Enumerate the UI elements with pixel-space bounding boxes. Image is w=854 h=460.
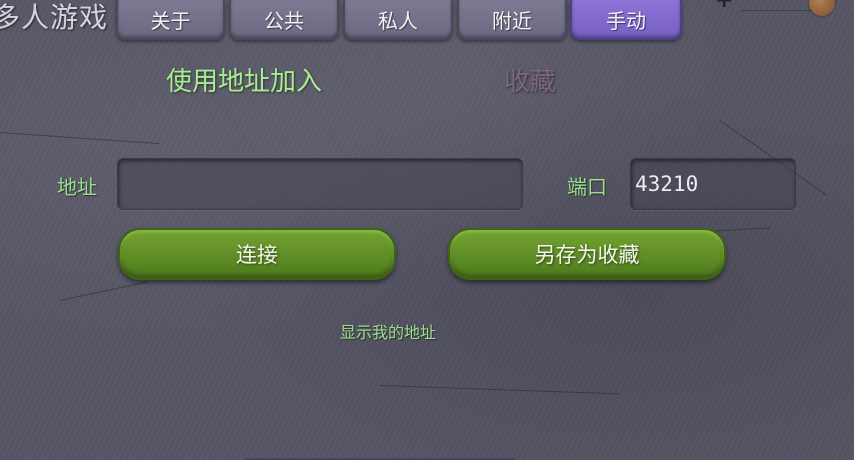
connect-button[interactable]: 连接 (118, 228, 396, 280)
favorites-tab[interactable]: 收藏 (504, 61, 556, 98)
tab-about[interactable]: 关于 (116, 0, 225, 40)
address-input[interactable] (117, 158, 523, 210)
port-input[interactable]: 43210 (630, 158, 796, 210)
address-label: 地址 (57, 175, 97, 199)
save-as-favorite-button[interactable]: 另存为收藏 (448, 228, 726, 280)
button-label: 连接 (236, 243, 278, 267)
button-label: 另存为收藏 (534, 243, 640, 267)
tab-public[interactable]: 公共 (229, 0, 339, 40)
tab-label: 私人 (378, 8, 418, 33)
tab-label: 关于 (150, 8, 191, 33)
tab-private[interactable]: 私人 (343, 0, 453, 40)
app-title: 多人游戏 (0, 1, 109, 34)
coin-icon[interactable] (809, 0, 835, 16)
show-my-address-link[interactable]: 显示我的地址 (340, 319, 436, 343)
join-by-address-tab[interactable]: 使用地址加入 (166, 61, 322, 98)
top-right-widget: + (705, 0, 854, 20)
tab-label: 公共 (264, 8, 304, 33)
port-label: 端口 (567, 175, 607, 199)
divider (741, 10, 811, 11)
tab-label: 手动 (606, 8, 646, 33)
tab-nearby[interactable]: 附近 (457, 0, 567, 40)
texture-crack (59, 281, 149, 301)
texture-crack (0, 132, 160, 145)
plus-icon[interactable]: + (715, 0, 737, 12)
tab-label: 附近 (492, 8, 532, 33)
tab-manual[interactable]: 手动 (570, 0, 682, 40)
texture-crack (379, 385, 620, 395)
